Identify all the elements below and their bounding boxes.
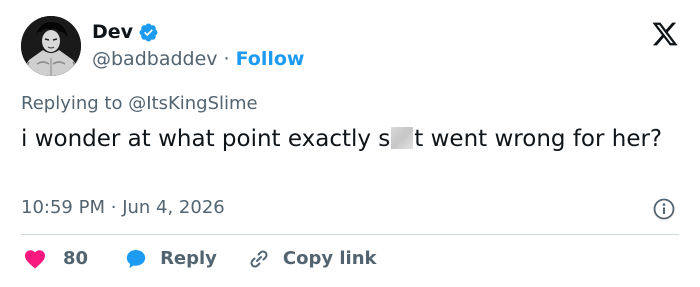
like-button[interactable]: 80	[23, 247, 88, 271]
heart-icon	[25, 250, 45, 269]
replying-prefix: Replying to	[21, 93, 129, 114]
timestamp-separator: ·	[110, 197, 117, 218]
author-display-name[interactable]: Dev	[92, 20, 133, 44]
reply-bubble-icon	[126, 250, 146, 268]
tweet-time: 10:59 PM	[21, 197, 105, 218]
author-handle[interactable]: @badbaddev	[92, 47, 218, 71]
copy-link-button[interactable]: Copy link	[247, 247, 377, 271]
like-count: 80	[63, 248, 89, 269]
verified-badge-icon	[138, 22, 159, 43]
tweet-text: i wonder at what point exactly s t went w…	[21, 124, 681, 155]
tweet-text-part-1: i wonder at what point exactly s	[21, 126, 391, 152]
reply-label: Reply	[160, 248, 217, 269]
censored-blur	[391, 127, 414, 149]
avatar[interactable]	[21, 16, 81, 76]
tweet-text-part-2: t went wrong for her?	[414, 126, 663, 152]
replying-to: Replying to @ItsKingSlime	[21, 93, 258, 115]
author-name-row: Dev	[92, 20, 159, 44]
action-bar: 80 Reply Copy link	[23, 247, 377, 271]
handle-separator: ·	[223, 48, 230, 70]
info-icon[interactable]	[652, 197, 676, 221]
x-logo-icon[interactable]	[651, 20, 679, 48]
divider	[21, 234, 679, 235]
copy-link-label: Copy link	[282, 248, 377, 269]
reply-button[interactable]: Reply	[124, 247, 217, 271]
author-handle-row: @badbaddev · Follow	[92, 47, 304, 71]
tweet-date: Jun 4, 2026	[122, 197, 225, 218]
follow-button[interactable]: Follow	[236, 47, 305, 71]
link-icon	[250, 250, 268, 268]
tweet-timestamp[interactable]: 10:59 PM · Jun 4, 2026	[21, 197, 225, 219]
reply-mention-link[interactable]: @ItsKingSlime	[128, 93, 257, 114]
